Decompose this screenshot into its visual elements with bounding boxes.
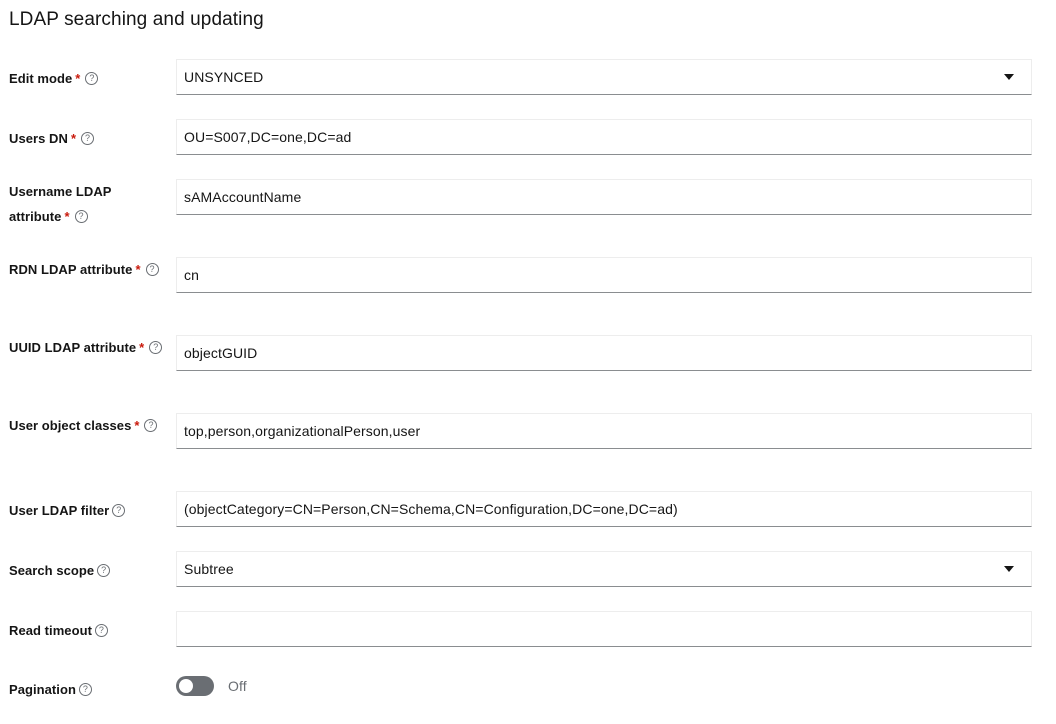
form-row-uuid-ldap-attribute: UUID LDAP attribute * (0, 328, 1056, 388)
form-row-user-ldap-filter: User LDAP filter (0, 484, 1056, 544)
select-wrapper-edit-mode: UNSYNCED (176, 59, 1032, 95)
label-text-rdn-ldap-attribute: RDN LDAP attribute (9, 262, 133, 277)
select-edit-mode[interactable]: UNSYNCED (176, 59, 1032, 95)
toggle-knob (179, 679, 193, 693)
label-uuid-ldap-attribute: UUID LDAP attribute * (9, 335, 169, 360)
help-circle-icon[interactable] (78, 683, 92, 696)
field-wrapper-pagination: Off (176, 673, 1032, 699)
label-text-username-ldap-attribute: Username LDAP attribute (9, 184, 112, 224)
form-row-user-object-classes: User object classes * (0, 406, 1056, 466)
form-row-username-ldap-attribute: Username LDAP attribute * (0, 172, 1056, 232)
required-indicator: * (75, 71, 81, 86)
label-text-search-scope: Search scope (9, 563, 95, 578)
field-wrapper-read-timeout (176, 611, 1032, 647)
label-text-edit-mode: Edit mode (9, 71, 73, 86)
field-wrapper-edit-mode: UNSYNCED (176, 59, 1032, 95)
help-circle-icon[interactable] (144, 419, 158, 432)
required-indicator: * (70, 131, 77, 146)
form-row-rdn-ldap-attribute: RDN LDAP attribute * (0, 250, 1056, 310)
label-text-users-dn: Users DN (9, 131, 68, 146)
input-rdn-ldap-attribute[interactable] (176, 257, 1032, 293)
form-row-users-dn: Users DN * (0, 112, 1056, 172)
toggle-pagination[interactable] (176, 676, 214, 696)
label-search-scope: Search scope (9, 558, 169, 583)
form-row-read-timeout: Read timeout (0, 604, 1056, 664)
help-circle-icon[interactable] (94, 624, 108, 637)
field-wrapper-search-scope: Subtree (176, 551, 1032, 587)
help-circle-icon[interactable] (97, 564, 111, 577)
form-row-edit-mode: Edit mode* UNSYNCED (0, 52, 1056, 112)
help-circle-icon[interactable] (149, 341, 163, 354)
page-title: LDAP searching and updating (9, 9, 264, 30)
input-users-dn[interactable] (176, 119, 1032, 155)
label-text-user-ldap-filter: User LDAP filter (9, 503, 110, 518)
label-users-dn: Users DN * (9, 126, 169, 151)
field-wrapper-uuid-ldap-attribute (176, 335, 1032, 371)
label-pagination: Pagination (9, 677, 169, 702)
required-indicator: * (134, 418, 140, 433)
field-wrapper-username-ldap-attribute (176, 179, 1032, 215)
field-wrapper-user-object-classes (176, 413, 1032, 449)
label-text-uuid-ldap-attribute: UUID LDAP attribute (9, 340, 137, 355)
field-wrapper-users-dn (176, 119, 1032, 155)
label-read-timeout: Read timeout (9, 618, 169, 643)
input-username-ldap-attribute[interactable] (176, 179, 1032, 215)
label-text-user-object-classes: User object classes (9, 418, 132, 433)
input-read-timeout[interactable] (176, 611, 1032, 647)
required-indicator: * (64, 209, 70, 224)
help-circle-icon[interactable] (81, 132, 95, 145)
label-text-pagination: Pagination (9, 682, 76, 697)
help-circle-icon[interactable] (145, 263, 159, 276)
required-indicator: * (139, 340, 145, 355)
toggle-row-pagination: Off (176, 673, 1032, 699)
label-rdn-ldap-attribute: RDN LDAP attribute * (9, 257, 169, 282)
label-user-object-classes: User object classes * (9, 413, 169, 438)
help-circle-icon[interactable] (85, 72, 99, 85)
label-user-ldap-filter: User LDAP filter (9, 498, 169, 523)
field-wrapper-rdn-ldap-attribute (176, 257, 1032, 293)
select-wrapper-search-scope: Subtree (176, 551, 1032, 587)
required-indicator: * (135, 262, 141, 277)
toggle-state-label-pagination: Off (228, 678, 247, 694)
label-edit-mode: Edit mode * (9, 66, 169, 91)
help-circle-icon[interactable] (74, 210, 88, 223)
help-circle-icon[interactable] (112, 504, 126, 517)
label-username-ldap-attribute: Username LDAP attribute * (9, 179, 169, 229)
field-wrapper-user-ldap-filter (176, 491, 1032, 527)
select-search-scope[interactable]: Subtree (176, 551, 1032, 587)
form-row-search-scope: Search scope Subtree (0, 544, 1056, 604)
form-row-pagination: Pagination Off (0, 664, 1056, 724)
input-user-ldap-filter[interactable] (176, 491, 1032, 527)
input-uuid-ldap-attribute[interactable] (176, 335, 1032, 371)
label-text-read-timeout: Read timeout (9, 623, 92, 638)
input-user-object-classes[interactable] (176, 413, 1032, 449)
